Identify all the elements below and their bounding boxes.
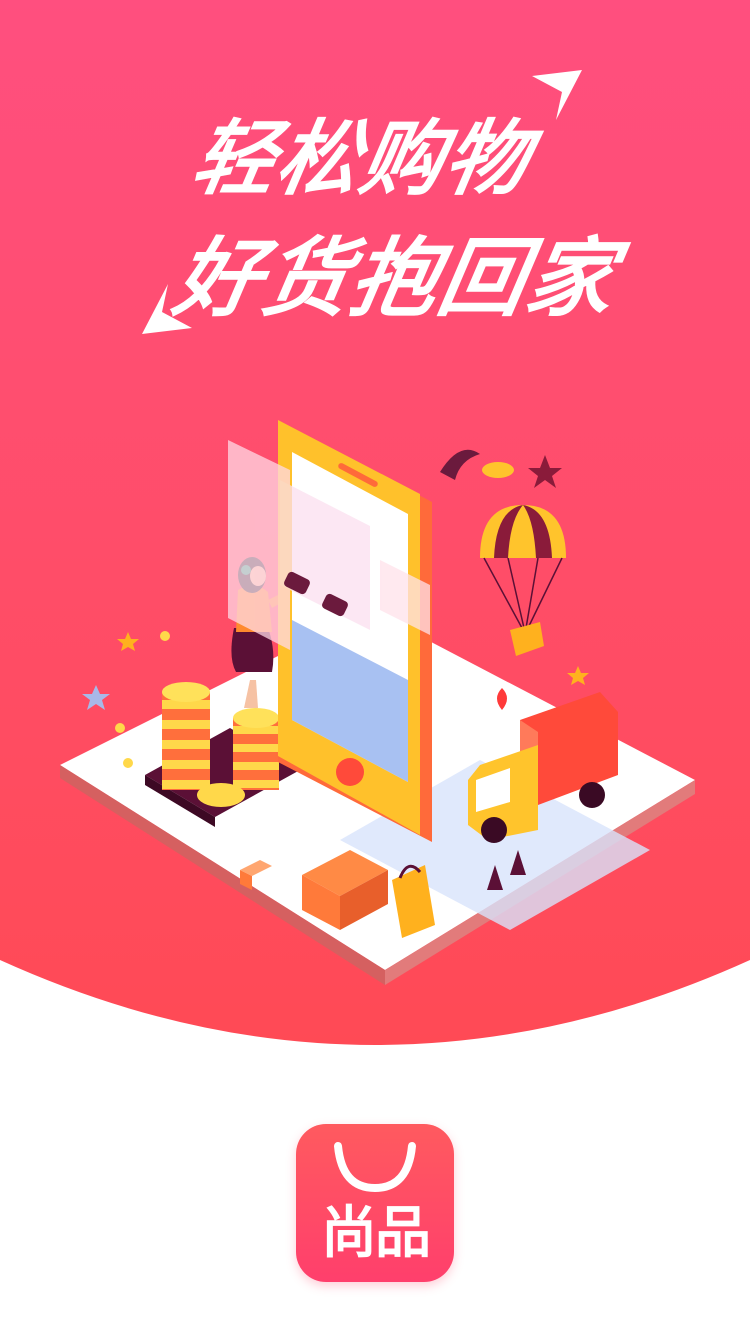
app-logo-text: 尚品	[321, 1201, 431, 1266]
app-logo: 尚品	[296, 1124, 454, 1282]
slogan-line-2: 好货抱回家	[166, 229, 625, 329]
parachute	[480, 505, 566, 656]
coin-flat	[197, 783, 245, 807]
coin-stack-left	[162, 682, 210, 790]
slogan-line-1: 轻松购物	[185, 112, 538, 207]
shopping-illustration	[60, 420, 695, 985]
coin-stack-right	[233, 708, 279, 790]
